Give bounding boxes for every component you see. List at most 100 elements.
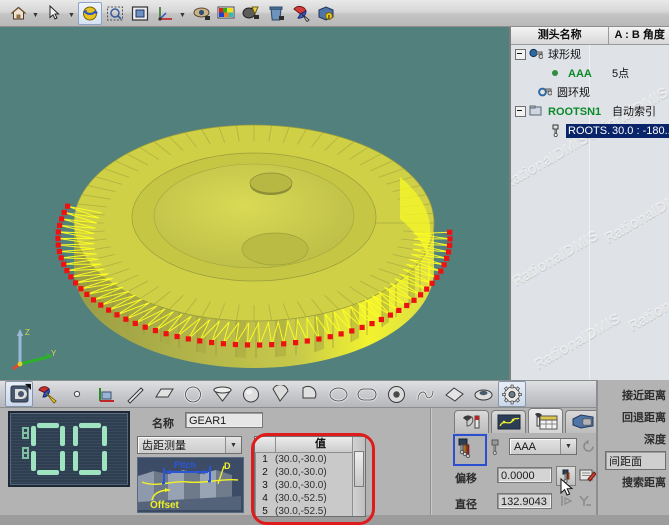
zoom-window-icon[interactable] [103, 2, 127, 25]
gear-icon[interactable] [498, 381, 526, 407]
dropdown-arrow-1[interactable]: ▼ [31, 3, 40, 24]
cylinder-icon[interactable] [382, 381, 410, 407]
svg-text:Y: Y [51, 349, 57, 358]
tab-path[interactable] [491, 410, 526, 433]
list-item[interactable]: 5(30.0,-52.5) [255, 505, 365, 517]
tab-table[interactable] [528, 408, 563, 433]
tree-row[interactable]: ROOTSN1 自动索引 [511, 102, 669, 121]
tree-item-label: ROOTSN1 [546, 105, 603, 119]
tree-row[interactable]: 圆环规 [511, 83, 669, 102]
offset-input[interactable]: 0.0000 [497, 467, 552, 483]
distance-label: 接近距离 [597, 384, 669, 406]
tree-rows[interactable]: 球形规AAA5点圆环规 ROOTSN1 自动索引 ROOTS...30.0 : -18… [511, 45, 669, 140]
name-input[interactable]: GEAR1 [185, 412, 263, 428]
plane-icon[interactable] [150, 381, 178, 407]
list-item[interactable]: 2(30.0,-30.0) [255, 466, 365, 479]
led-digit-group [10, 413, 128, 485]
watermark: RationalDMIS [531, 310, 623, 373]
tree-body[interactable]: RationalDMIS RationalDMIS RationalDMIS R… [511, 45, 669, 380]
half-sphere-icon[interactable] [295, 381, 323, 407]
list-item-index: 1 [255, 454, 275, 465]
line-icon[interactable] [121, 381, 149, 407]
list-item-index: 4 [255, 493, 275, 504]
expander-icon[interactable] [515, 49, 526, 60]
render-mode-icon[interactable] [239, 2, 263, 25]
value-list-rows[interactable]: 1(30.0,-30.0)2(30.0,-30.0)3(30.0,-30.0)4… [255, 453, 365, 517]
curve-icon[interactable] [411, 381, 439, 407]
fit-view-icon[interactable] [128, 2, 152, 25]
tree-row[interactable]: AAA5点 [511, 64, 669, 83]
delete-icon[interactable] [264, 2, 288, 25]
spacing-surface-field[interactable]: 间距面 [605, 451, 666, 470]
probe-head-icon [549, 124, 563, 138]
eye-visibility-icon[interactable] [189, 2, 213, 25]
element-measure-icon[interactable]: ◥ [5, 381, 33, 407]
sphere-probe-icon [529, 48, 543, 62]
list-item[interactable]: 3(30.0,-30.0) [255, 479, 365, 492]
distance-settings-list[interactable]: 接近距离回退距离深度间距面搜索距离 [597, 384, 669, 493]
probe-dropdown-value: AAA [510, 441, 560, 453]
probe-select-button[interactable] [455, 436, 481, 460]
tree-col-angle: A : B 角度 [609, 27, 669, 44]
color-palette-icon[interactable] [214, 2, 238, 25]
sphere-icon[interactable] [237, 381, 265, 407]
probe-alt-icon[interactable] [487, 438, 507, 458]
measure-mode-dropdown[interactable]: 齿距测量 ▼ [137, 436, 242, 454]
plane-axis-icon[interactable] [92, 381, 120, 407]
expander-icon[interactable] [515, 106, 526, 117]
ring-probe-icon [538, 86, 552, 100]
cursor-select-icon[interactable] [42, 2, 66, 25]
tree-item-label: 圆环规 [555, 86, 592, 100]
rotate-view-icon[interactable] [78, 2, 102, 25]
axis-system-icon[interactable] [153, 2, 177, 25]
dropdown-arrow-3[interactable]: ▼ [178, 3, 187, 24]
circle-icon[interactable] [179, 381, 207, 407]
tree-row[interactable]: 球形规 [511, 45, 669, 64]
column-divider [597, 380, 598, 515]
diameter-input[interactable]: 132.9043 [497, 493, 552, 509]
gear-model[interactable] [0, 27, 509, 380]
edit-offset-icon[interactable] [578, 466, 596, 484]
vector-direction-icon[interactable] [558, 493, 575, 509]
dropdown-arrow-2[interactable]: ▼ [67, 3, 76, 24]
axis-indicator: Z Y [8, 324, 60, 372]
chevron-down-icon[interactable]: ▼ [225, 437, 241, 453]
value-list-scrollbar[interactable] [352, 437, 365, 516]
probe-dropdown[interactable]: AAA ▼ [509, 438, 577, 455]
slot-icon[interactable] [353, 381, 381, 407]
list-item[interactable]: 4(30.0,-52.5) [255, 492, 365, 505]
parameter-tabs[interactable] [454, 408, 602, 433]
probe-pick-icon[interactable] [289, 2, 313, 25]
tree-row[interactable]: ROOTS...30.0 : -180... [511, 121, 669, 140]
list-item-index: 3 [255, 480, 275, 491]
torus-icon[interactable] [469, 381, 497, 407]
surface-icon[interactable] [440, 381, 468, 407]
ellipse-icon[interactable] [324, 381, 352, 407]
measure-offset-button[interactable] [556, 466, 576, 486]
value-list-header: 值 [255, 437, 365, 453]
cone-solid-icon[interactable] [266, 381, 294, 407]
tree-item-value: 30.0 : -180... [610, 124, 669, 138]
folder-icon [529, 105, 543, 119]
point-icon[interactable] [63, 381, 91, 407]
axis-direction-icon[interactable] [577, 493, 594, 509]
cone-icon[interactable] [208, 381, 236, 407]
distance-label: 搜索距离 [597, 471, 669, 493]
auto-feature-icon[interactable] [34, 381, 62, 407]
3d-viewport[interactable]: Z Y [0, 27, 509, 380]
settings-tool-icon[interactable] [314, 2, 338, 25]
probe-tree-panel[interactable]: 测头名称 A : B 角度 RationalDMIS RationalDMIS … [509, 27, 669, 380]
tab-probe[interactable] [454, 410, 489, 433]
list-item[interactable]: 1(30.0,-30.0) [255, 453, 365, 466]
scrollbar-thumb[interactable] [354, 451, 364, 487]
led-mini-indicator-2 [22, 447, 29, 459]
refresh-probe-icon[interactable] [580, 438, 596, 455]
name-label: 名称 [152, 415, 174, 431]
value-list[interactable]: 值 1(30.0,-30.0)2(30.0,-30.0)3(30.0,-30.0… [254, 436, 366, 517]
chevron-down-icon-2[interactable]: ▼ [560, 439, 576, 454]
tree-item-value: 自动索引 [610, 105, 658, 119]
svg-text:Z: Z [25, 328, 30, 337]
led-mini-indicator [22, 427, 29, 439]
tab-report[interactable] [565, 410, 600, 433]
home-icon[interactable] [6, 2, 30, 25]
